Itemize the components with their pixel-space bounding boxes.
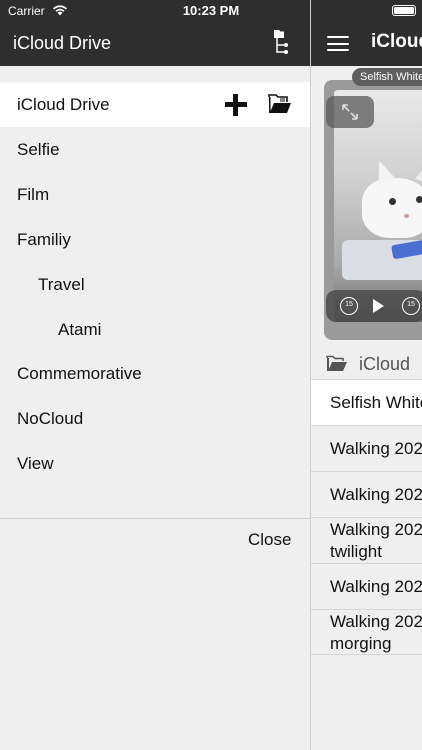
folder-open-icon bbox=[326, 356, 347, 372]
drawer-item-label: Travel bbox=[38, 275, 85, 294]
folder-tree-icon[interactable] bbox=[272, 28, 296, 58]
file-name: Walking 2021 bbox=[330, 577, 422, 596]
divider bbox=[0, 518, 310, 519]
drawer-item-label: View bbox=[17, 454, 54, 473]
status-bar: Carrier 10:23 PM bbox=[0, 0, 422, 22]
file-row[interactable]: Walking 2021 bbox=[310, 425, 422, 471]
open-folder-icon[interactable] bbox=[268, 94, 292, 114]
drawer-item-label: iCloud Drive bbox=[17, 95, 110, 114]
skip-back-15-icon[interactable]: 15 bbox=[340, 297, 358, 315]
file-name: Walking 2021 bbox=[330, 520, 422, 539]
video-title-tag: Selfish White bbox=[352, 68, 422, 86]
drawer-item-atami[interactable]: Atami bbox=[0, 307, 310, 352]
file-name-subtitle: morging bbox=[330, 634, 392, 653]
drawer-item-travel[interactable]: Travel bbox=[0, 262, 310, 307]
clock: 10:23 PM bbox=[182, 3, 240, 18]
drawer-item-label: Commemorative bbox=[17, 364, 142, 383]
drawer-item-nocloud[interactable]: NoCloud bbox=[0, 396, 310, 441]
drawer-item-commemorative[interactable]: Commemorative bbox=[0, 351, 310, 396]
file-name: Selfish White bbox=[330, 393, 422, 412]
file-name: Walking 2021 bbox=[330, 612, 422, 631]
file-row[interactable]: Walking 2021 twilight bbox=[310, 517, 422, 563]
skip-forward-15-icon[interactable]: 15 bbox=[402, 297, 420, 315]
file-row[interactable]: Walking 2021 morging bbox=[310, 609, 422, 655]
folder-drawer: iCloud Drive iCloud Drive Selfie Film Fa… bbox=[0, 0, 310, 750]
drawer-item-label: Film bbox=[17, 185, 50, 204]
drawer-item-label: NoCloud bbox=[17, 409, 84, 428]
fullscreen-button[interactable] bbox=[326, 96, 374, 128]
file-row[interactable]: Walking 2021 bbox=[310, 471, 422, 517]
video-controls: 15 15 bbox=[326, 290, 422, 322]
drawer-title: iCloud Drive bbox=[13, 33, 112, 53]
expand-icon bbox=[342, 104, 358, 120]
close-button[interactable]: Close bbox=[248, 530, 291, 550]
battery-icon bbox=[392, 5, 416, 16]
file-name: Walking 2021 bbox=[330, 485, 422, 504]
drawer-item-label: Familiy bbox=[17, 230, 71, 249]
drawer-item-label: Selfie bbox=[17, 140, 60, 159]
file-list: Selfish White Walking 2021 Walking 2021 … bbox=[310, 379, 422, 655]
file-row[interactable]: Selfish White bbox=[310, 379, 422, 425]
file-name-subtitle: twilight bbox=[330, 542, 382, 561]
play-icon[interactable] bbox=[373, 299, 384, 313]
drawer-item-label: Atami bbox=[58, 320, 102, 339]
add-icon[interactable] bbox=[225, 94, 247, 116]
drawer-item-selfie[interactable]: Selfie bbox=[0, 127, 310, 172]
file-row[interactable]: Walking 2021 bbox=[310, 563, 422, 609]
drawer-item-view[interactable]: View bbox=[0, 441, 310, 486]
section-title: iCloud bbox=[326, 353, 410, 379]
main-panel: iCloud 15 15 Selfish White iCloud bbox=[310, 0, 422, 750]
main-title: iCloud bbox=[371, 31, 422, 52]
drawer-item-icloud-drive[interactable]: iCloud Drive bbox=[0, 82, 310, 127]
drawer-item-film[interactable]: Film bbox=[0, 172, 310, 217]
menu-icon[interactable] bbox=[327, 36, 349, 51]
file-name: Walking 2021 bbox=[330, 439, 422, 458]
drawer-item-familiy[interactable]: Familiy bbox=[0, 217, 310, 262]
